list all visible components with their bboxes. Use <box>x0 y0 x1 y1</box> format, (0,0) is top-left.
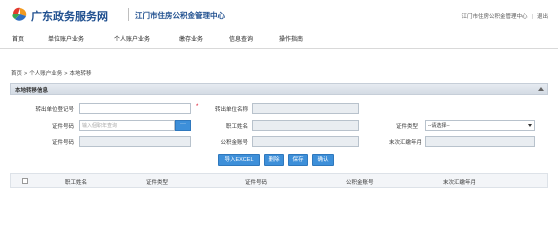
select-all-checkbox[interactable] <box>22 178 28 184</box>
table-body <box>10 188 548 238</box>
portal-brand: 广东政务服务网 <box>31 11 108 23</box>
col-fund-account: 公积金账号 <box>346 180 374 186</box>
col-worker-name: 职工姓名 <box>65 180 88 186</box>
out-unit-name-field <box>252 103 359 114</box>
save-button[interactable]: 保存 <box>288 154 308 166</box>
last-month-label: 末次汇缴年月 <box>388 140 422 146</box>
fund-account-label: 公积金账号 <box>220 140 248 146</box>
main-nav: 首页 单位账户业务 个人账户业务 缴存业务 信息查询 操作指南 <box>0 31 558 46</box>
top-links: 江门市住房公积金管理中心 | 退出 <box>462 12 548 20</box>
site-header: 广东政务服务网 江门市住房公积金管理中心 江门市住房公积金管理中心 | 退出 <box>0 0 558 30</box>
top-link-divider: | <box>531 14 533 20</box>
cert-no-input[interactable]: 输入個职年查询 <box>79 120 175 131</box>
breadcrumb: 首页 > 个人账户业务 > 本地转移 <box>11 69 91 77</box>
nav-divider <box>0 48 558 49</box>
nav-home[interactable]: 首页 <box>12 34 24 43</box>
cert-type-select[interactable]: --请选择-- <box>425 120 535 131</box>
nav-unit-account[interactable]: 单位账户业务 <box>48 34 84 43</box>
out-reg-no-label: 转出单位登记号 <box>35 107 74 113</box>
breadcrumb-separator: > <box>64 71 68 77</box>
cert-no2-field <box>79 136 191 147</box>
out-reg-no-input[interactable] <box>79 103 191 114</box>
out-unit-name-label: 转出单位名称 <box>214 107 248 113</box>
required-mark: * <box>196 104 199 110</box>
lookup-button[interactable]: ··· <box>175 120 191 131</box>
import-excel-button[interactable]: 导入EXCEL <box>218 154 260 166</box>
agency-name: 江门市住房公积金管理中心 <box>135 11 225 20</box>
breadcrumb-home[interactable]: 首页 <box>11 71 22 77</box>
panel-header: 本地转移信息 <box>10 83 548 95</box>
breadcrumb-personal[interactable]: 个人账户业务 <box>29 71 62 77</box>
delete-button[interactable]: 删除 <box>264 154 284 166</box>
col-last-month: 末次汇缴年月 <box>443 180 477 186</box>
panel-title: 本地转移信息 <box>15 88 49 94</box>
chevron-down-icon <box>528 124 532 127</box>
nav-deposit[interactable]: 缴存业务 <box>179 34 203 43</box>
nav-info-query[interactable]: 信息查询 <box>229 34 253 43</box>
worker-name-field <box>252 120 359 131</box>
last-month-field <box>425 136 535 147</box>
logout-link[interactable]: 退出 <box>537 14 548 20</box>
nav-guide[interactable]: 操作指南 <box>279 34 303 43</box>
worker-name-label: 职工姓名 <box>225 124 248 130</box>
cert-no-label: 证件号码 <box>51 124 74 130</box>
cert-no2-label: 证件号码 <box>51 140 74 146</box>
col-cert-type: 证件类型 <box>146 180 169 186</box>
portal-logo-icon <box>12 7 27 21</box>
breadcrumb-separator: > <box>24 71 28 77</box>
header-divider <box>128 8 129 21</box>
col-cert-no: 证件号码 <box>245 180 268 186</box>
user-agency-link[interactable]: 江门市住房公积金管理中心 <box>462 14 528 20</box>
confirm-button[interactable]: 确认 <box>312 154 334 166</box>
nav-personal-account[interactable]: 个人账户业务 <box>114 34 150 43</box>
cert-type-label: 证件类型 <box>395 124 418 130</box>
fund-account-field <box>252 136 359 147</box>
table-header: 职工姓名 证件类型 证件号码 公积金账号 末次汇缴年月 <box>10 173 548 188</box>
collapse-icon[interactable] <box>538 87 544 91</box>
breadcrumb-current: 本地转移 <box>69 71 92 77</box>
cert-type-selected: --请选择-- <box>428 123 450 129</box>
